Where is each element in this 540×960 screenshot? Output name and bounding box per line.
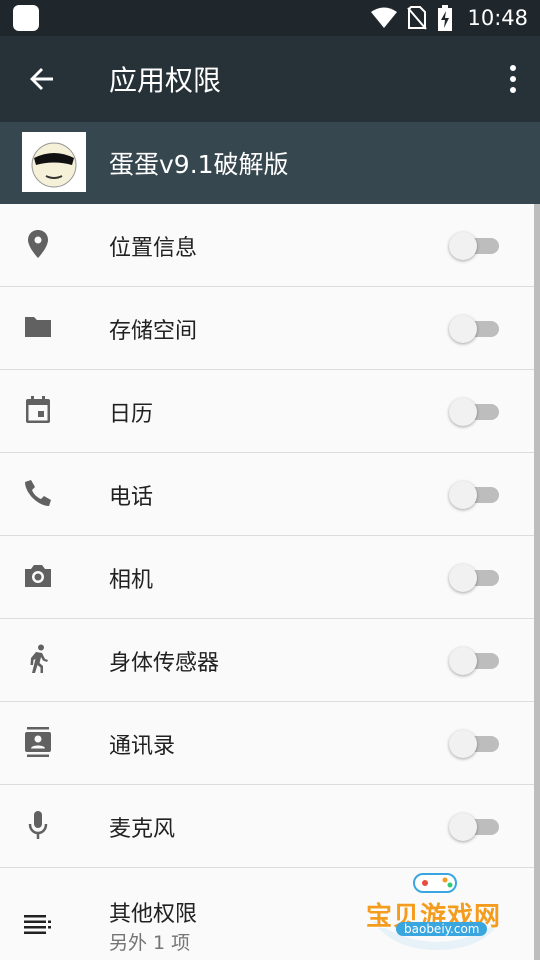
permission-list: 位置信息 存储空间 日历 电话 相机 身体传感器 通讯录 麦克风 其他权限 另外… [0, 204, 540, 960]
permission-toggle[interactable] [449, 810, 501, 842]
arrow-back-icon[interactable] [26, 63, 58, 95]
app-toolbar: 应用权限 [0, 36, 540, 122]
permission-label: 电话 [109, 485, 154, 510]
location-icon [28, 230, 48, 258]
status-icons: 10:48 [371, 0, 528, 36]
contacts-icon [25, 727, 51, 757]
permission-toggle[interactable] [449, 229, 501, 261]
phone-icon [25, 480, 51, 506]
watermark-url: baobeiy.com [396, 922, 488, 936]
app-notification-icon [13, 5, 39, 31]
watermark-logo: 宝贝游戏网 baobeiy.com [362, 868, 512, 954]
battery-charging-icon [438, 5, 453, 31]
permission-toggle[interactable] [449, 395, 501, 427]
permission-toggle[interactable] [449, 312, 501, 344]
permission-label: 日历 [109, 402, 154, 427]
permission-label: 存储空间 [109, 319, 198, 344]
wifi-icon [371, 7, 398, 28]
permission-row-contacts[interactable]: 通讯录 [0, 702, 534, 785]
app-header: 蛋蛋v9.1破解版 [0, 122, 540, 204]
app-logo [22, 132, 86, 192]
permission-row-phone[interactable]: 电话 [0, 453, 534, 536]
permission-row-body-sensors[interactable]: 身体传感器 [0, 619, 534, 702]
camera-icon [25, 565, 51, 587]
other-permissions-label: 其他权限 [109, 902, 198, 927]
calendar-icon [26, 396, 50, 423]
more-vert-icon[interactable] [506, 63, 520, 95]
status-time: 10:48 [467, 6, 528, 30]
app-name: 蛋蛋v9.1破解版 [109, 150, 289, 179]
scrollbar[interactable] [534, 204, 540, 960]
permission-row-microphone[interactable]: 麦克风 [0, 785, 534, 868]
permission-toggle[interactable] [449, 644, 501, 676]
permission-toggle[interactable] [449, 478, 501, 510]
list-icon [24, 915, 51, 934]
permission-label: 身体传感器 [109, 651, 220, 676]
permission-label: 麦克风 [109, 817, 176, 842]
permission-row-camera[interactable]: 相机 [0, 536, 534, 619]
permission-toggle[interactable] [449, 561, 501, 593]
microphone-icon [28, 811, 48, 839]
permission-row-storage[interactable]: 存储空间 [0, 287, 534, 370]
page-title: 应用权限 [109, 64, 222, 97]
status-bar: 10:48 [0, 0, 540, 36]
permission-label: 通讯录 [109, 734, 176, 759]
no-sim-icon [407, 6, 428, 30]
folder-icon [25, 317, 51, 337]
permission-row-location[interactable]: 位置信息 [0, 204, 534, 287]
permission-label: 相机 [109, 568, 154, 593]
other-permissions-count: 另外 1 项 [109, 932, 191, 954]
permission-label: 位置信息 [109, 236, 198, 261]
permission-row-calendar[interactable]: 日历 [0, 370, 534, 453]
permission-toggle[interactable] [449, 727, 501, 759]
walking-person-icon [30, 644, 48, 673]
